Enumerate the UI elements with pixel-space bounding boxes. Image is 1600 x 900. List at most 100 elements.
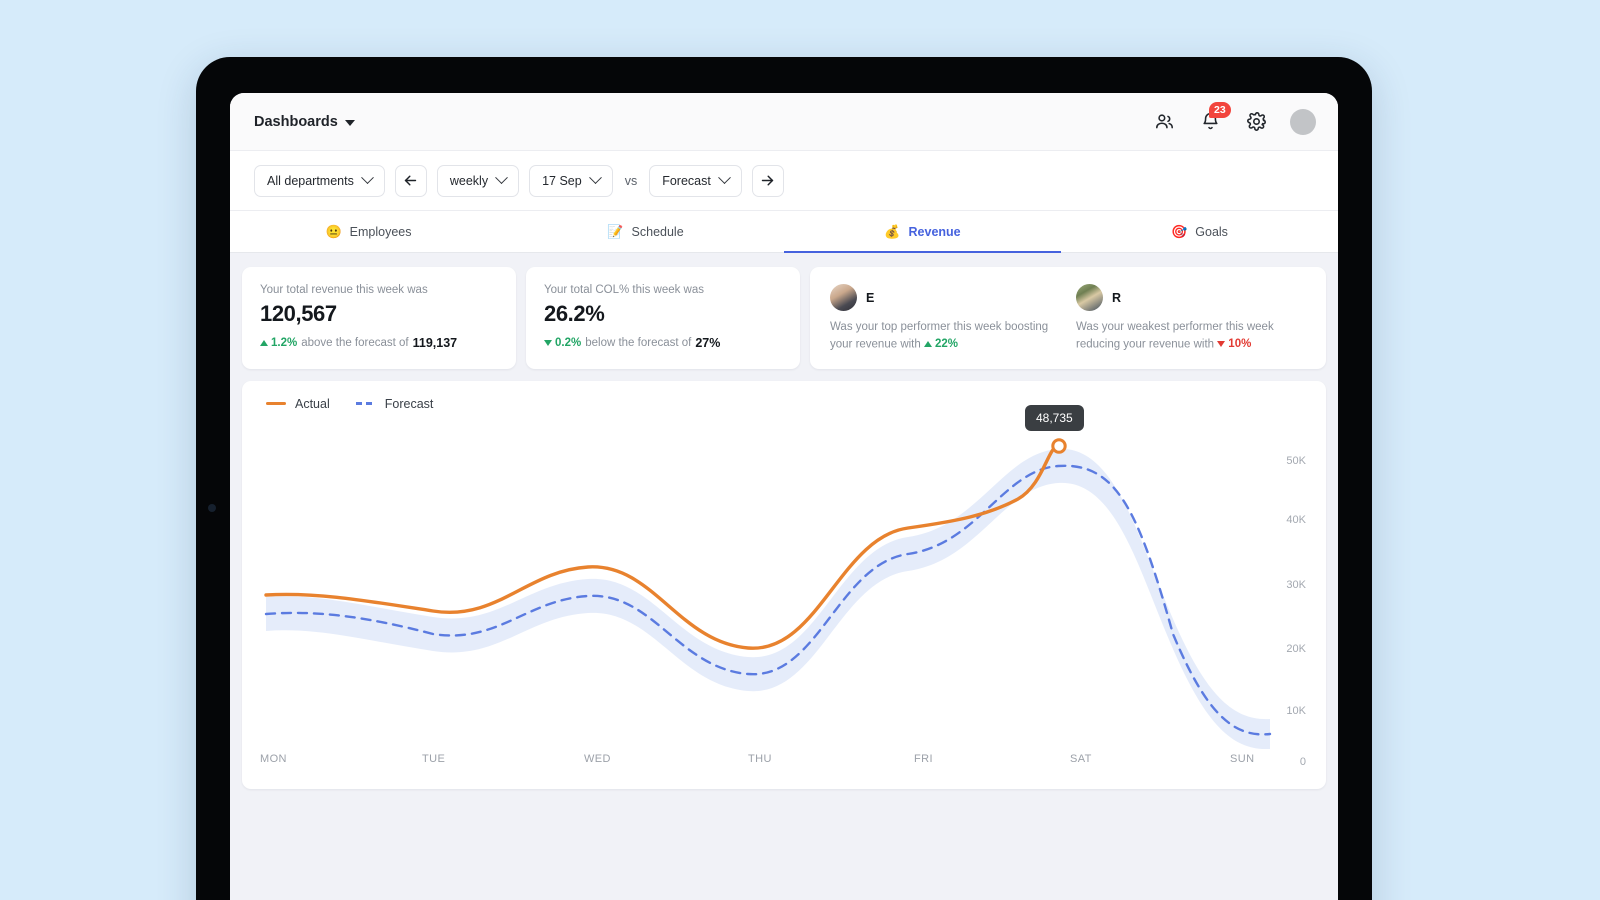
user-avatar[interactable] [1290, 108, 1316, 135]
x-axis-tick: WED [584, 752, 611, 765]
notifications-button[interactable]: 23 [1198, 101, 1231, 134]
legend-item-actual[interactable]: Actual [266, 397, 330, 411]
y-axis-tick: 50K [1286, 454, 1306, 467]
chart-svg [264, 437, 1272, 749]
tab-bar: 😐 Employees 📝 Schedule 💰 Revenue 🎯 Goals [230, 211, 1338, 253]
chart-tooltip: 48,735 [1025, 404, 1084, 431]
neutral-face-icon: 😐 [325, 224, 342, 239]
performer-description: Was your top performer this week boostin… [830, 319, 1060, 353]
y-axis-tick: 30K [1286, 578, 1306, 591]
date-select[interactable]: 17 Sep [529, 164, 613, 197]
tab-schedule[interactable]: 📝 Schedule [507, 211, 784, 252]
settings-button[interactable] [1244, 110, 1268, 134]
scene: Dashboards 23 All departments weekly 17 … [0, 0, 1600, 900]
kpi-delta: 0.2% [544, 337, 581, 349]
triangle-up-icon [260, 340, 268, 346]
performer-delta-value: 10% [1228, 337, 1252, 350]
kpi-value: 120,567 [260, 301, 337, 326]
x-axis-tick: MON [260, 752, 287, 765]
period-select[interactable]: weekly [436, 164, 520, 197]
y-axis-tick: 20K [1286, 642, 1306, 655]
kpi-forecast-value: 119,137 [412, 336, 458, 350]
triangle-up-icon [923, 341, 932, 347]
kpi-mid-text: below the forecast of [585, 337, 692, 349]
kpi-delta-value: 1.2% [271, 337, 298, 349]
performer-delta-value: 22% [934, 337, 959, 350]
performer-delta: 10% [1217, 336, 1251, 353]
kpi-card-revenue: Your total revenue this week was 120,567… [242, 267, 516, 369]
legend-label: Forecast [384, 396, 434, 411]
performer-initial: R [1112, 290, 1122, 305]
next-period-button[interactable] [751, 164, 784, 197]
triangle-down-icon [1217, 341, 1226, 347]
y-axis-tick: 0 [1299, 755, 1306, 768]
y-axis-tick: 40K [1286, 513, 1306, 526]
chevron-down-icon [495, 171, 508, 185]
performer-initial: E [866, 290, 875, 305]
compare-select[interactable]: Forecast [649, 164, 742, 197]
triangle-down-icon [544, 340, 552, 346]
compare-value: Forecast [662, 173, 711, 188]
legend-swatch-solid-icon [266, 402, 286, 406]
avatar [830, 284, 857, 311]
tab-employees[interactable]: 😐 Employees [230, 211, 507, 252]
actual-end-marker [1051, 437, 1067, 454]
kpi-label: Your total COL% this week was [544, 284, 705, 296]
tablet-frame: Dashboards 23 All departments weekly 17 … [196, 57, 1372, 900]
performer-description: Was your weakest performer this week red… [1076, 319, 1306, 353]
chart-legend: Actual Forecast [258, 397, 1310, 411]
chart-plot-area: 50K 40K 30K 20K 10K 0 48,735 MON TUE WED [258, 404, 1310, 768]
tablet-screen: Dashboards 23 All departments weekly 17 … [230, 93, 1338, 900]
memo-icon: 📝 [607, 224, 624, 239]
performer-header: E [830, 284, 1060, 311]
vs-label: vs [624, 173, 638, 188]
performer-top: E Was your top performer this week boost… [830, 284, 1060, 353]
people-icon [1155, 114, 1173, 129]
chevron-down-icon [360, 171, 374, 185]
appbar-actions: 23 [1152, 101, 1316, 135]
people-button[interactable] [1152, 110, 1176, 134]
kpi-footer: 1.2% above the forecast of 119,137 [260, 336, 498, 350]
dashboards-menu[interactable]: Dashboards [254, 114, 355, 130]
previous-period-button[interactable] [394, 164, 427, 197]
department-select[interactable]: All departments [254, 164, 385, 197]
chevron-down-icon [344, 119, 355, 126]
avatar [1076, 284, 1103, 311]
performer-header: R [1076, 284, 1306, 311]
period-value: weekly [449, 173, 489, 188]
kpi-forecast-value: 27% [695, 336, 721, 350]
performer-delta: 22% [923, 336, 959, 353]
x-axis-tick: SAT [1070, 752, 1092, 765]
kpi-mid-text: above the forecast of [301, 337, 409, 349]
notification-badge: 23 [1209, 101, 1231, 118]
performer-weakest: R Was your weakest performer this week r… [1076, 284, 1306, 353]
tablet-camera [208, 504, 216, 512]
kpi-row: Your total revenue this week was 120,567… [242, 267, 1326, 369]
tab-label: Schedule [631, 224, 684, 239]
legend-item-forecast[interactable]: Forecast [355, 396, 434, 411]
tab-label: Employees [349, 224, 412, 239]
kpi-value: 26.2% [544, 301, 605, 326]
app-bar: Dashboards 23 [230, 93, 1338, 151]
x-axis-tick: FRI [914, 752, 933, 765]
x-axis-tick: SUN [1230, 752, 1255, 765]
tab-revenue[interactable]: 💰 Revenue [784, 211, 1061, 253]
department-value: All departments [267, 173, 354, 188]
legend-swatch-dashed-icon [355, 402, 376, 406]
revenue-chart-card: Actual Forecast 50K 40K 30K 20K 10K 0 48… [242, 380, 1326, 789]
filter-bar: All departments weekly 17 Sep vs Forecas… [230, 151, 1338, 211]
gear-icon [1246, 112, 1266, 131]
content-area: Your total revenue this week was 120,567… [230, 253, 1338, 789]
legend-label: Actual [295, 396, 330, 411]
x-axis-tick: TUE [422, 752, 446, 765]
tab-goals[interactable]: 🎯 Goals [1061, 211, 1338, 252]
brand-label: Dashboards [254, 113, 338, 130]
x-axis-tick: THU [748, 752, 772, 765]
kpi-delta-value: 0.2% [555, 337, 582, 349]
kpi-delta: 1.2% [260, 337, 297, 349]
tab-label: Goals [1195, 224, 1228, 239]
arrow-left-icon [405, 175, 417, 186]
performers-card: E Was your top performer this week boost… [810, 267, 1326, 369]
tab-label: Revenue [908, 224, 961, 239]
chevron-down-icon [717, 171, 731, 185]
